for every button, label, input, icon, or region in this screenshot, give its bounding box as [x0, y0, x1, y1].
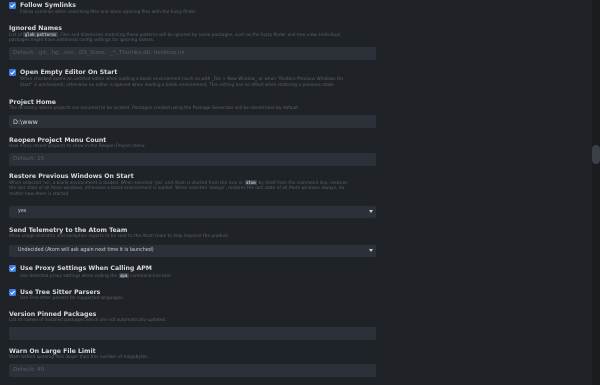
project-home-input[interactable]: D:\www: [9, 115, 376, 128]
restore-previous-windows-description-line3: matter how Atom is started.: [9, 192, 70, 197]
use-proxy-settings-checkbox[interactable]: [9, 265, 16, 272]
core-settings-panel: Follow Symlinks Follow symlinks when sea…: [0, 0, 592, 385]
checkmark-icon: [10, 266, 15, 271]
warn-large-file-input[interactable]: Default: 40: [9, 364, 376, 377]
follow-symlinks-description: Follow symlinks when searching files and…: [20, 10, 197, 15]
warn-large-file-title: Warn On Large File Limit: [9, 348, 96, 355]
reopen-project-menu-count-title: Reopen Project Menu Count: [9, 137, 107, 144]
checkmark-icon: [10, 70, 15, 75]
send-telemetry-selected: Undecided (Atom will ask again next time…: [18, 248, 154, 253]
use-tree-sitter-title: Use Tree Sitter Parsers: [20, 289, 101, 296]
ignored-names-description-line2: packages might have additional config se…: [9, 38, 155, 43]
restore-previous-windows-selected: yes: [18, 209, 27, 214]
reopen-project-menu-count-placeholder: Default: 15: [13, 156, 45, 162]
scrollbar-thumb[interactable]: [592, 145, 600, 164]
version-pinned-packages-title: Version Pinned Packages: [9, 311, 97, 318]
reopen-project-menu-count-description: How many recent projects to show in the …: [9, 144, 146, 149]
warn-large-file-description: Warn before opening files larger than th…: [9, 355, 149, 360]
open-empty-editor-checkbox[interactable]: [9, 69, 16, 76]
checkmark-icon: [10, 3, 15, 8]
open-empty-editor-description-line2: Start" is unchecked); otherwise no edito…: [20, 83, 335, 88]
chevron-down-icon: [369, 210, 373, 213]
reopen-project-menu-count-input[interactable]: Default: 15: [9, 153, 376, 166]
project-home-description: The directory where projects are assumed…: [9, 106, 300, 111]
version-pinned-packages-description: List of names of installed packages whic…: [9, 318, 167, 323]
send-telemetry-description: Allow usage statistics and exception rep…: [9, 234, 230, 239]
follow-symlinks-checkbox[interactable]: [9, 2, 16, 9]
apm-command-code: apm: [118, 273, 129, 278]
use-tree-sitter-checkbox[interactable]: [9, 289, 16, 296]
glob-patterns-link[interactable]: glob patterns: [23, 32, 58, 37]
send-telemetry-select[interactable]: Undecided (Atom will ask again next time…: [9, 245, 376, 257]
proxy-desc-part-a: Use detected proxy settings when calling…: [20, 274, 119, 279]
use-tree-sitter-description: Use Tree-sitter parsers for supported la…: [20, 296, 124, 301]
warn-large-file-placeholder: Default: 40: [13, 367, 45, 373]
send-telemetry-title: Send Telemetry to the Atom Team: [9, 227, 128, 234]
ignored-names-placeholder: Default: .git, .hg, .svn, .DS_Store, ._*…: [13, 50, 185, 56]
use-proxy-settings-title: Use Proxy Settings When Calling APM: [20, 265, 152, 272]
scrollbar-track[interactable]: [592, 0, 600, 385]
project-home-value: D:\www: [13, 117, 38, 126]
chevron-down-icon: [369, 249, 373, 252]
follow-symlinks-title: Follow Symlinks: [20, 2, 76, 9]
open-empty-editor-title: Open Empty Editor On Start: [20, 69, 118, 76]
project-home-title: Project Home: [9, 99, 57, 106]
restore-previous-windows-select[interactable]: yes: [9, 206, 376, 218]
restore-previous-windows-title: Restore Previous Windows On Start: [9, 173, 134, 180]
atom-command-code: atom: [244, 180, 258, 185]
ignored-names-input[interactable]: Default: .git, .hg, .svn, .DS_Store, ._*…: [9, 47, 376, 60]
proxy-desc-part-b: command-line tool.: [128, 274, 172, 279]
version-pinned-packages-input[interactable]: [9, 327, 376, 340]
ignored-names-title: Ignored Names: [9, 25, 62, 32]
checkmark-icon: [10, 290, 15, 295]
use-proxy-settings-description: Use detected proxy settings when calling…: [20, 273, 172, 280]
